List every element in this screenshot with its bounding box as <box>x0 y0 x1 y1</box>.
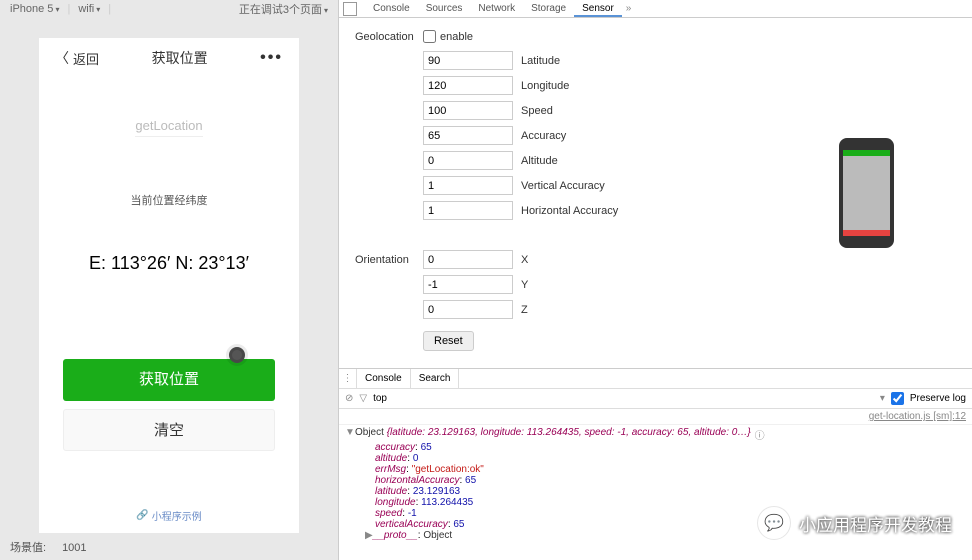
more-tabs-icon[interactable]: » <box>626 3 632 14</box>
tab-sources[interactable]: Sources <box>418 0 471 17</box>
reset-button[interactable]: Reset <box>423 331 474 351</box>
orientation-x-input[interactable] <box>423 250 513 269</box>
latitude-label: Latitude <box>521 55 560 67</box>
phone-frame: 〈 返回 获取位置 ••• getLocation 当前位置经纬度 E: 113… <box>39 38 299 533</box>
source-link[interactable]: get-location.js [sm]:12 <box>339 409 972 425</box>
orientation-y-label: Y <box>521 279 528 291</box>
expand-proto-icon[interactable]: ▶ <box>365 530 373 541</box>
vertical-accuracy-label: Vertical Accuracy <box>521 180 605 192</box>
tab-storage[interactable]: Storage <box>523 0 574 17</box>
more-icon[interactable]: ••• <box>260 49 283 67</box>
accuracy-label: Accuracy <box>521 130 566 142</box>
simulator-panel: iPhone 5▾ | wifi▾ | 正在调试3个页面▾ 〈 返回 获取位置 … <box>0 0 338 560</box>
speed-input[interactable] <box>423 101 513 120</box>
orientation-z-input[interactable] <box>423 300 513 319</box>
tab-sensor[interactable]: Sensor <box>574 0 622 17</box>
clear-console-icon[interactable]: ⊘ <box>345 393 353 404</box>
enable-label: enable <box>440 31 473 43</box>
latitude-input[interactable] <box>423 51 513 70</box>
filter-icon[interactable]: ▽ <box>359 393 367 404</box>
current-position-label: 当前位置经纬度 <box>59 192 279 208</box>
orientation-phone-preview[interactable] <box>839 138 894 248</box>
devtools-tabs: Console Sources Network Storage Sensor » <box>339 0 972 18</box>
devtools-panel: Console Sources Network Storage Sensor »… <box>338 0 972 560</box>
speed-label: Speed <box>521 105 553 117</box>
watermark: 💬 小应用程序开发教程 <box>757 506 952 540</box>
inspect-icon[interactable] <box>343 2 357 16</box>
context-selector[interactable]: top <box>373 393 387 404</box>
wechat-icon: 💬 <box>757 506 791 540</box>
dropdown-icon: ▾ <box>880 393 885 404</box>
accuracy-input[interactable] <box>423 126 513 145</box>
back-button[interactable]: 〈 返回 <box>55 48 99 68</box>
altitude-label: Altitude <box>521 155 558 167</box>
console-prop: altitude: 0 <box>345 453 966 464</box>
geolocation-label: Geolocation <box>355 31 423 43</box>
phone-nav-bar: 〈 返回 获取位置 ••• <box>39 38 299 78</box>
info-icon[interactable]: ⓘ <box>755 427 765 442</box>
touch-cursor-icon <box>229 347 245 363</box>
longitude-input[interactable] <box>423 76 513 95</box>
tab-network[interactable]: Network <box>470 0 523 17</box>
debug-pages-selector[interactable]: 正在调试3个页面▾ <box>239 1 328 17</box>
orientation-label: Orientation <box>355 254 423 266</box>
network-selector[interactable]: wifi▾ <box>78 3 100 15</box>
horizontal-accuracy-input[interactable] <box>423 201 513 220</box>
drawer-tab-search[interactable]: Search <box>411 369 460 388</box>
scene-value: 场景值:1001 <box>10 539 87 555</box>
coordinates-display: E: 113°26′ N: 23°13′ <box>59 253 279 274</box>
back-label: 返回 <box>73 49 99 68</box>
preserve-log-checkbox[interactable] <box>891 392 904 405</box>
drawer-menu-icon[interactable]: ⋮ <box>339 369 357 388</box>
sensor-panel: Geolocation enable Latitude Longitude Sp… <box>339 18 972 368</box>
orientation-z-label: Z <box>521 304 528 316</box>
tab-console[interactable]: Console <box>365 0 418 17</box>
simulator-toolbar: iPhone 5▾ | wifi▾ | 正在调试3个页面▾ <box>0 0 338 18</box>
console-prop: accuracy: 65 <box>345 442 966 453</box>
drawer-tab-console[interactable]: Console <box>357 369 411 388</box>
altitude-input[interactable] <box>423 151 513 170</box>
console-prop: errMsg: "getLocation:ok" <box>345 464 966 475</box>
orientation-x-label: X <box>521 254 528 266</box>
clear-button[interactable]: 清空 <box>63 409 275 451</box>
chevron-left-icon: 〈 <box>55 48 69 68</box>
api-name: getLocation <box>135 118 202 137</box>
phone-footer: 🔗小程序示例 <box>39 508 299 523</box>
enable-geolocation-checkbox[interactable] <box>423 30 436 43</box>
get-location-button[interactable]: 获取位置 <box>63 359 275 401</box>
horizontal-accuracy-label: Horizontal Accuracy <box>521 205 618 217</box>
console-prop: horizontalAccuracy: 65 <box>345 475 966 486</box>
expand-icon[interactable]: ▼ <box>345 427 355 442</box>
preserve-log-label: Preserve log <box>910 393 966 404</box>
longitude-label: Longitude <box>521 80 569 92</box>
orientation-y-input[interactable] <box>423 275 513 294</box>
console-prop: latitude: 23.129163 <box>345 486 966 497</box>
device-selector[interactable]: iPhone 5▾ <box>10 3 59 15</box>
page-title: 获取位置 <box>152 48 208 68</box>
vertical-accuracy-input[interactable] <box>423 176 513 195</box>
link-icon: 🔗 <box>136 510 148 521</box>
example-link[interactable]: 🔗小程序示例 <box>136 508 201 523</box>
